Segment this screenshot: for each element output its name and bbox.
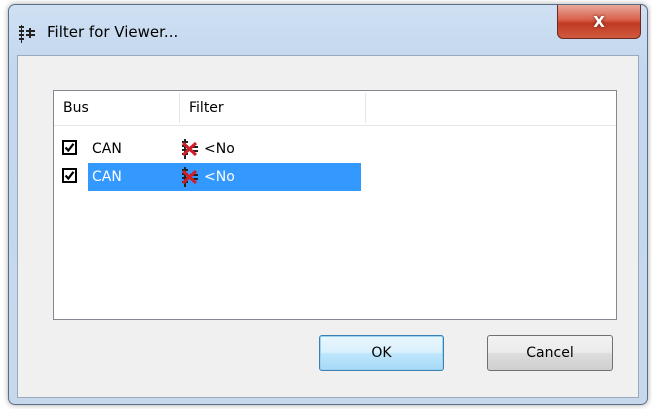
column-header-bus[interactable]: Bus bbox=[54, 91, 179, 125]
bus-filter-list[interactable]: Bus Filter CAN 1 bbox=[53, 90, 617, 320]
filter-value: <No Filter> bbox=[204, 141, 250, 185]
dialog-body: Bus Filter CAN 1 bbox=[17, 55, 639, 398]
checkbox-can1[interactable] bbox=[62, 140, 77, 155]
checkmark-icon bbox=[64, 171, 75, 181]
window-title: Filter for Viewer... bbox=[47, 23, 179, 41]
title-bar[interactable]: Filter for Viewer... X bbox=[9, 5, 647, 57]
filter-value: <No Filter> bbox=[204, 169, 251, 213]
ok-button[interactable]: OK bbox=[319, 335, 444, 371]
column-header-filter[interactable]: Filter bbox=[180, 91, 365, 125]
bus-name: CAN 1 bbox=[92, 141, 122, 185]
no-filter-icon bbox=[181, 167, 198, 187]
checkbox-can2[interactable] bbox=[62, 168, 77, 183]
checkmark-icon bbox=[64, 143, 75, 153]
filter-list-icon bbox=[19, 25, 35, 43]
dialog-window: Filter for Viewer... X Bus Filter CAN 1 bbox=[8, 4, 648, 405]
cancel-button[interactable]: Cancel bbox=[487, 335, 613, 371]
list-header: Bus Filter bbox=[54, 91, 616, 126]
bus-name: CAN 2 bbox=[92, 169, 122, 213]
no-filter-icon bbox=[181, 139, 198, 159]
close-button[interactable]: X bbox=[557, 5, 641, 39]
column-divider[interactable] bbox=[365, 93, 366, 123]
